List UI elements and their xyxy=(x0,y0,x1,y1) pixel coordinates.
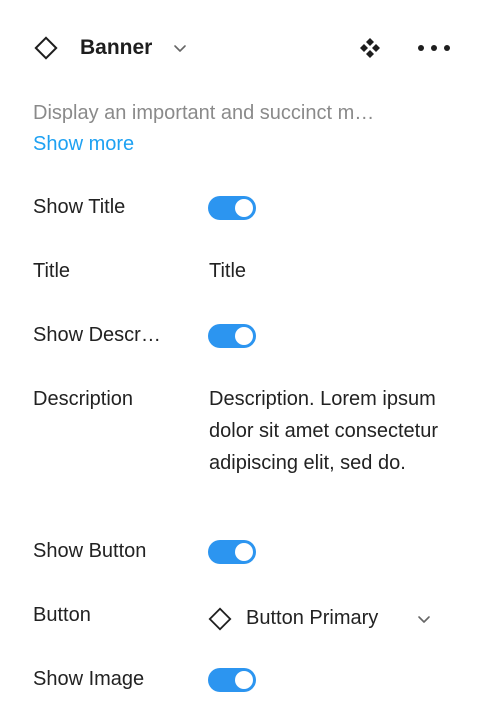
title-label: Title xyxy=(33,260,71,282)
show-image-label: Show Image xyxy=(33,668,145,690)
show-title-label: Show Title xyxy=(33,196,126,218)
show-description-toggle[interactable] xyxy=(208,324,256,348)
chevron-down-icon[interactable] xyxy=(172,40,188,56)
toggle-knob xyxy=(235,327,253,345)
show-title-toggle[interactable] xyxy=(208,196,256,220)
title-value-field[interactable]: Title xyxy=(209,255,246,287)
button-instance-select[interactable]: Button Primary xyxy=(208,602,448,634)
show-button-label: Show Button xyxy=(33,540,147,562)
component-diamond-icon xyxy=(34,36,58,60)
toggle-knob xyxy=(235,199,253,217)
show-description-label: Show Descr… xyxy=(33,324,161,346)
component-diamond-icon xyxy=(208,607,232,631)
more-horizontal-icon[interactable] xyxy=(416,36,452,60)
show-button-toggle[interactable] xyxy=(208,540,256,564)
chevron-down-icon xyxy=(418,616,430,623)
show-more-link[interactable]: Show more xyxy=(33,129,134,159)
button-instance-value: Button Primary xyxy=(246,607,379,629)
show-image-toggle[interactable] xyxy=(208,668,256,692)
panel-header: Banner xyxy=(0,0,480,96)
description-label: Description xyxy=(33,388,134,410)
description-value-field[interactable]: Description. Lorem ipsum dolor sit amet … xyxy=(209,383,459,479)
instance-components-icon[interactable] xyxy=(358,36,382,60)
component-properties-panel: Banner Display an important and succinct… xyxy=(0,0,480,728)
toggle-knob xyxy=(235,543,253,561)
toggle-knob xyxy=(235,671,253,689)
component-description: Display an important and succinct m… xyxy=(33,102,375,124)
component-title[interactable]: Banner xyxy=(80,35,152,61)
button-label: Button xyxy=(33,604,91,626)
